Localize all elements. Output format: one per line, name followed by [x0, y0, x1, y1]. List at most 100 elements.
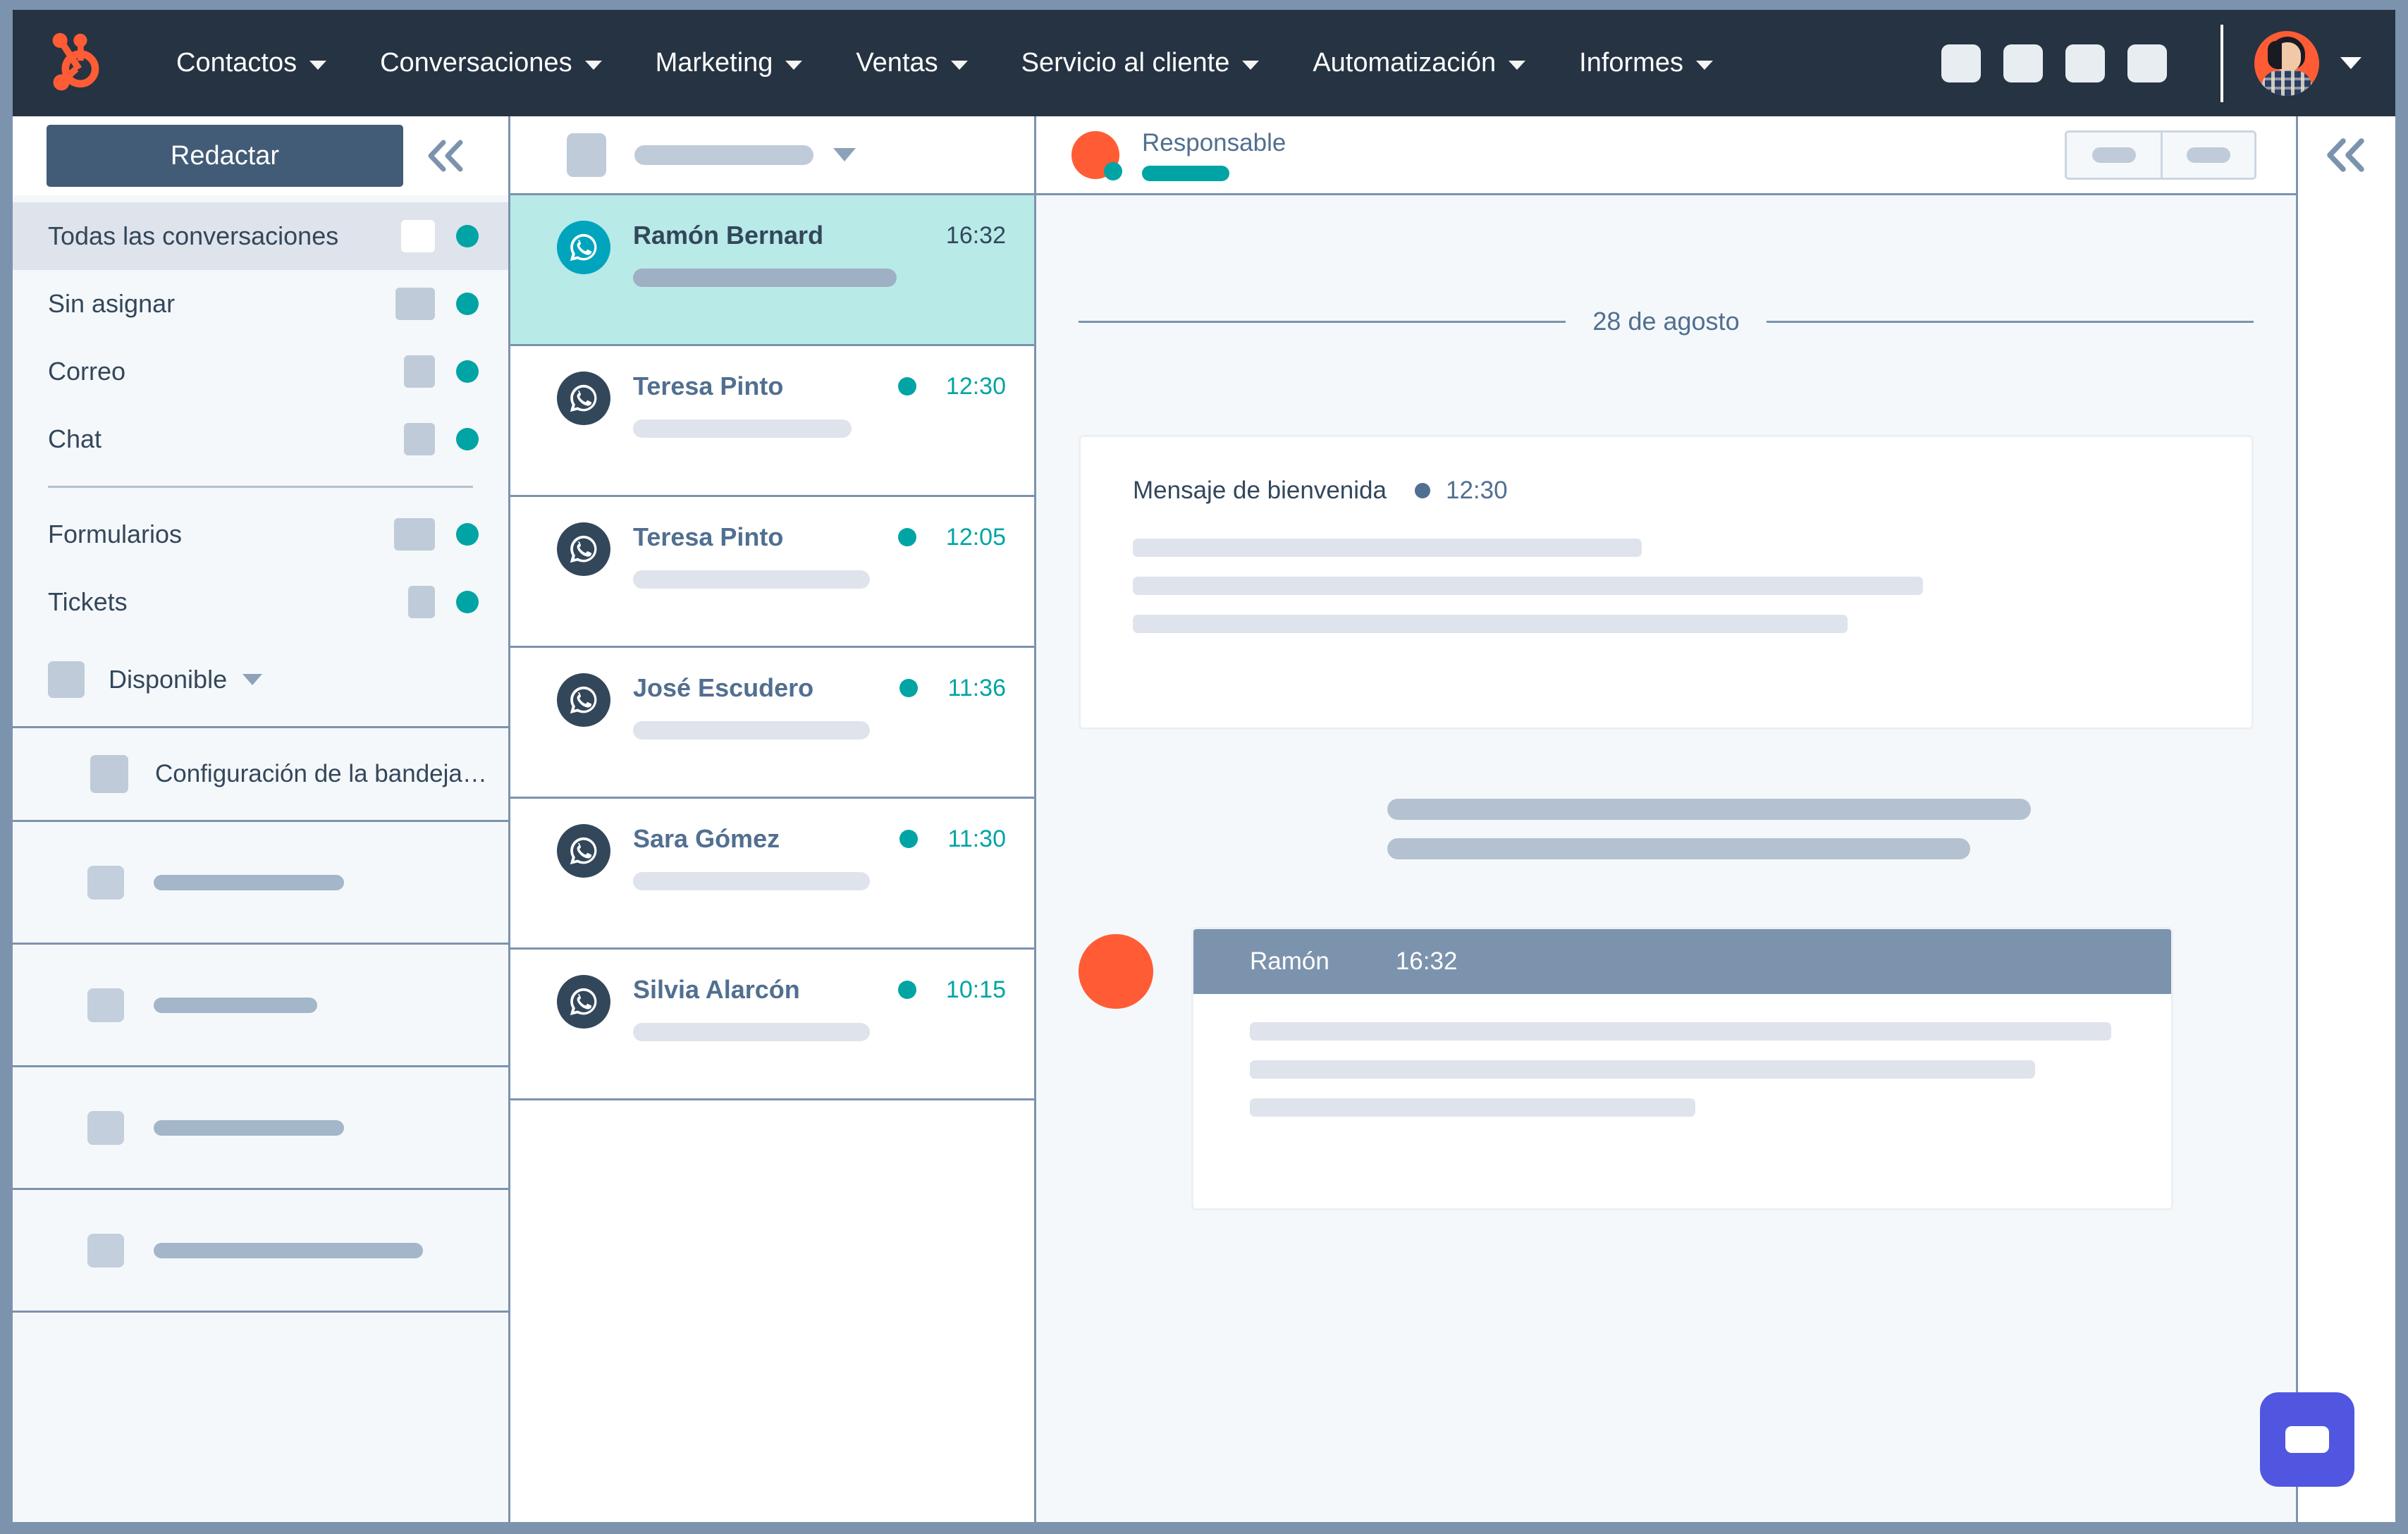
placeholder-square-icon [87, 865, 124, 900]
sidebar-divider [48, 486, 473, 488]
day-separator-label: 28 de agosto [1592, 307, 1740, 336]
thread-toggle-option-2[interactable] [2161, 132, 2254, 178]
sidebar-placeholder-row-4[interactable] [13, 1188, 508, 1311]
message-body-line [1387, 838, 1970, 859]
sidebar-placeholder-row-3[interactable] [13, 1065, 508, 1188]
sidebar-item-todas-las-conversaciones[interactable]: Todas las conversaciones [13, 202, 508, 270]
nav-item-servicio-al-cliente[interactable]: Servicio al cliente [995, 48, 1286, 78]
avatar[interactable] [2254, 30, 2319, 96]
whatsapp-icon [557, 221, 610, 274]
availability-selector[interactable]: Disponible [13, 636, 508, 726]
top-nav-actions [1919, 24, 2395, 102]
nav-action-button-1[interactable] [1941, 44, 1981, 82]
nav-item-contactos[interactable]: Contactos [149, 48, 353, 78]
whatsapp-icon [557, 372, 610, 425]
chevron-down-icon [1509, 61, 1526, 70]
chevron-down-icon [584, 61, 602, 70]
nav-action-button-2[interactable] [2003, 44, 2043, 82]
nav-item-marketing[interactable]: Marketing [629, 48, 830, 78]
compose-button[interactable]: Redactar [47, 125, 403, 187]
day-separator: 28 de agosto [1079, 307, 2254, 336]
main-menu: Contactos Conversaciones Marketing Venta… [149, 48, 1740, 78]
chat-widget-button[interactable] [2260, 1392, 2354, 1487]
filter-count-placeholder [404, 423, 435, 455]
thread-header: Responsable [1036, 116, 2296, 195]
top-navigation-bar: Contactos Conversaciones Marketing Venta… [13, 10, 2395, 116]
nav-item-informes[interactable]: Informes [1552, 48, 1740, 78]
nav-action-button-4[interactable] [2127, 44, 2167, 82]
filter-label: Chat [48, 424, 102, 453]
chevron-down-icon [1242, 61, 1260, 70]
list-item-name: José Escudero [633, 673, 814, 702]
list-item-time: 16:32 [945, 221, 1006, 249]
agent-message-card: Ramón 16:32 [1191, 927, 2173, 1210]
nav-item-label: Contactos [176, 48, 297, 78]
list-item-preview [633, 1023, 870, 1041]
message-body-line [1250, 1022, 2111, 1041]
placeholder-square-icon [87, 1110, 124, 1145]
conversation-items: Ramón Bernard 16:32 Teresa Pinto 12:30 T… [510, 195, 1034, 1522]
sidebar-item-chat[interactable]: Chat [13, 405, 508, 473]
sidebar-placeholder-row-2[interactable] [13, 943, 508, 1065]
list-item-preview [633, 721, 870, 740]
placeholder-square-icon [87, 1233, 124, 1268]
welcome-message-title: Mensaje de bienvenida [1133, 477, 1387, 504]
filter-count-placeholder [408, 586, 435, 618]
list-item[interactable]: Teresa Pinto 12:30 [510, 346, 1034, 497]
nav-item-ventas[interactable]: Ventas [829, 48, 994, 78]
sidebar-item-tickets[interactable]: Tickets [13, 568, 508, 636]
hubspot-sprocket-logo[interactable] [45, 30, 113, 97]
nav-item-conversaciones[interactable]: Conversaciones [353, 48, 628, 78]
filter-square-icon[interactable] [567, 133, 606, 177]
placeholder-label [154, 1242, 423, 1258]
list-item-name: Sara Gómez [633, 824, 780, 853]
list-item-time: 12:05 [945, 523, 1006, 551]
owner-name-placeholder [1142, 165, 1229, 181]
list-item-name: Ramón Bernard [633, 221, 824, 250]
collapse-details-panel-button[interactable] [2323, 136, 2370, 174]
list-item[interactable]: José Escudero 11:36 [510, 648, 1034, 799]
list-item[interactable]: Ramón Bernard 16:32 [510, 195, 1034, 346]
filter-count-placeholder [401, 220, 435, 252]
list-item-time: 11:30 [947, 825, 1006, 852]
chevron-down-icon[interactable] [2340, 57, 2361, 69]
nav-item-automatizacion[interactable]: Automatización [1286, 48, 1552, 78]
list-item[interactable]: Silvia Alarcón 10:15 [510, 950, 1034, 1100]
nav-item-label: Conversaciones [380, 48, 572, 78]
sidebar-item-inbox-settings[interactable]: Configuración de la bandeja… [13, 728, 508, 820]
agent-message-row: Ramón 16:32 [1079, 927, 2254, 1210]
conversation-list-header [510, 116, 1034, 195]
welcome-message-header: Mensaje de bienvenida 12:30 [1133, 477, 2209, 505]
filter-count-placeholder [394, 518, 435, 551]
message-body-line [1133, 615, 1848, 633]
sidebar-item-formularios[interactable]: Formularios [13, 501, 508, 568]
sidebar-placeholder-row-1[interactable] [13, 820, 508, 943]
list-item[interactable]: Teresa Pinto 12:05 [510, 497, 1034, 648]
app-window: Contactos Conversaciones Marketing Venta… [13, 10, 2395, 1522]
whatsapp-icon [557, 975, 610, 1029]
agent-message-header: Ramón 16:32 [1193, 929, 2171, 994]
thread-toggle-option-1[interactable] [2067, 132, 2161, 178]
message-body-line [1133, 577, 1923, 595]
chevron-down-icon [1695, 61, 1713, 70]
placeholder-label [154, 997, 317, 1013]
owner-avatar[interactable] [1071, 130, 1122, 180]
sort-select-placeholder[interactable] [634, 145, 813, 165]
status-dot-icon [1414, 483, 1430, 498]
nav-action-button-3[interactable] [2065, 44, 2105, 82]
agent-avatar [1079, 934, 1153, 1009]
list-item-time: 12:30 [945, 372, 1006, 400]
list-item-preview [633, 872, 870, 890]
avatar-hair-side [2268, 40, 2282, 69]
thread-view-toggle [2065, 130, 2256, 180]
status-dot-icon [456, 225, 479, 247]
whatsapp-icon [557, 522, 610, 576]
list-item[interactable]: Sara Gómez 11:30 [510, 799, 1034, 950]
unread-dot-icon [899, 830, 919, 848]
sidebar-item-correo[interactable]: Correo [13, 338, 508, 405]
placeholder-label [154, 874, 344, 890]
sidebar-item-sin-asignar[interactable]: Sin asignar [13, 270, 508, 338]
collapse-sidebar-button[interactable] [407, 121, 486, 191]
unread-dot-icon [897, 377, 916, 395]
chevron-down-icon[interactable] [833, 148, 856, 161]
